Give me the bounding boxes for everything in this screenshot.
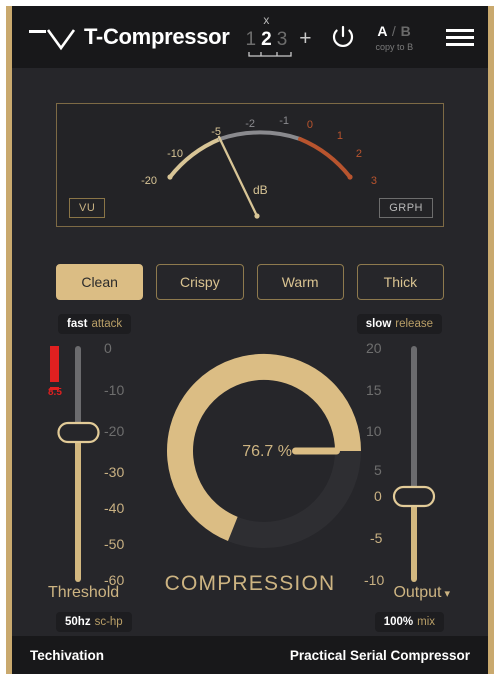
threshold-tick-30: -30 <box>104 464 125 480</box>
threshold-tick-50: -50 <box>104 536 125 552</box>
preset-slot-group[interactable]: x 1 2 3 <box>246 13 292 57</box>
sidechain-highpass-control[interactable]: 50hz sc-hp <box>56 612 132 632</box>
chevron-down-icon[interactable]: ▾ <box>444 588 450 600</box>
output-title-label: Output <box>393 584 442 601</box>
header-bar: T-Compressor x 1 2 3 + A / B copy to B <box>12 6 488 68</box>
output-tick-neg5: -5 <box>370 530 383 546</box>
svg-text:2: 2 <box>356 148 362 160</box>
attack-control[interactable]: fast attack <box>58 314 132 334</box>
attack-value: fast <box>67 318 88 330</box>
copy-to-b-button[interactable]: copy to B <box>376 42 414 52</box>
preset-button-warm[interactable]: Warm <box>256 264 344 300</box>
threshold-slider-graphic <box>50 346 100 582</box>
preset-slot-marker: x <box>263 12 270 27</box>
brand-name: Techivation <box>30 647 105 663</box>
techivation-v-logo-icon <box>28 23 78 51</box>
svg-text:-20: -20 <box>141 175 157 187</box>
threshold-tick-10: -10 <box>104 382 125 398</box>
release-label: release <box>395 318 433 330</box>
threshold-tick-40: -40 <box>104 500 125 516</box>
preset-slot-3[interactable]: 3 <box>277 30 288 49</box>
preset-slot-bracket-icon <box>247 51 292 57</box>
svg-text:dB: dB <box>253 183 268 197</box>
plugin-window-frame: T-Compressor x 1 2 3 + A / B copy to B -… <box>6 6 494 674</box>
preset-slot-2[interactable]: 2 <box>261 30 272 49</box>
ab-state-b[interactable]: B <box>401 23 412 39</box>
character-preset-row: Clean Crispy Warm Thick <box>56 264 444 300</box>
power-button[interactable] <box>330 24 356 50</box>
mix-control[interactable]: 100% mix <box>374 612 444 632</box>
preset-button-thick[interactable]: Thick <box>356 264 444 300</box>
vu-meter-panel[interactable]: -20 -10 -5 -2 -1 0 1 2 3 dB VU GRPH <box>56 103 444 227</box>
ab-separator: / <box>391 22 397 39</box>
preset-button-crispy[interactable]: Crispy <box>156 264 244 300</box>
svg-text:1: 1 <box>337 130 343 142</box>
footer-bar: Techivation Practical Serial Compressor <box>12 636 488 674</box>
ab-state-a[interactable]: A <box>377 23 387 39</box>
add-preset-button[interactable]: + <box>299 28 311 49</box>
svg-text:-5: -5 <box>211 126 221 138</box>
output-slider[interactable]: 20 15 10 5 0 -5 -10 <box>356 340 466 588</box>
attack-label: attack <box>91 318 123 330</box>
preset-button-clean[interactable]: Clean <box>56 264 144 300</box>
svg-text:-1: -1 <box>279 115 289 127</box>
meter-view-graph-button[interactable]: GRPH <box>379 198 433 218</box>
svg-text:-2: -2 <box>245 118 255 130</box>
page-title: T-Compressor <box>84 24 230 49</box>
threshold-slider[interactable]: 0 -10 -20 -30 -40 -50 -60 <box>42 340 152 588</box>
release-value: slow <box>365 318 392 330</box>
output-tick-15: 15 <box>366 382 382 398</box>
output-tick-5: 5 <box>374 462 382 478</box>
threshold-tick-20: -20 <box>104 423 125 439</box>
power-icon <box>332 25 353 47</box>
output-tick-20: 20 <box>366 340 382 356</box>
compression-value: 76.7 % <box>242 443 292 460</box>
output-tick-10: 10 <box>366 423 382 439</box>
svg-text:3: 3 <box>371 175 377 187</box>
plugin-body: T-Compressor x 1 2 3 + A / B copy to B -… <box>12 6 488 674</box>
hamburger-menu-icon[interactable] <box>446 28 474 46</box>
meter-view-vu-button[interactable]: VU <box>69 198 106 218</box>
output-tick-0: 0 <box>374 488 382 504</box>
mix-label: mix <box>417 616 435 628</box>
output-tick-neg10: -10 <box>364 572 385 588</box>
ab-compare-control[interactable]: A / B copy to B <box>376 23 414 52</box>
compression-knob[interactable]: 76.7 % <box>164 351 364 551</box>
preset-slot-1[interactable]: 1 <box>246 30 257 49</box>
product-tagline: Practical Serial Compressor <box>289 647 470 663</box>
output-title[interactable]: Output ▾ <box>393 584 450 602</box>
output-slider-graphic <box>392 346 436 582</box>
svg-text:-10: -10 <box>167 148 183 160</box>
gain-reduction-readout: 8.5 <box>48 387 62 398</box>
mix-value: 100% <box>383 616 414 628</box>
threshold-tick-0: 0 <box>104 340 112 356</box>
sidechain-label: sc-hp <box>94 616 123 628</box>
svg-text:0: 0 <box>307 119 313 131</box>
sidechain-value: 50hz <box>65 616 91 628</box>
release-control[interactable]: slow release <box>356 314 442 334</box>
